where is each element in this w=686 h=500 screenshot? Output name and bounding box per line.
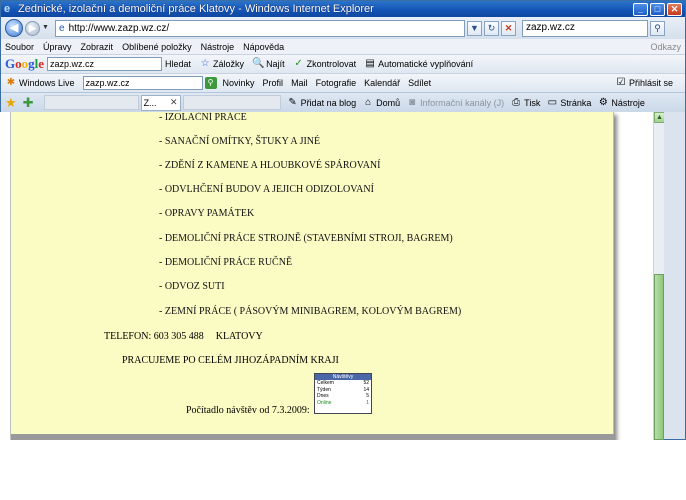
- scroll-up-arrow-icon[interactable]: ▲: [654, 112, 664, 123]
- tab-close-icon[interactable]: ✕: [170, 97, 178, 108]
- page-icon: e: [59, 22, 65, 34]
- find-icon: 🔍: [252, 58, 265, 69]
- menu-oblibene[interactable]: Oblíbené položky: [122, 42, 192, 52]
- page-viewport: - IZOLAČNÍ PRÁCE - SANAČNÍ OMÍTKY, ŠTUKY…: [10, 112, 664, 440]
- url-field[interactable]: e http://www.zazp.wz.cz/: [55, 19, 465, 37]
- live-sdilet[interactable]: Sdílet: [408, 78, 431, 88]
- live-fotografie[interactable]: Fotografie: [316, 78, 357, 88]
- find-button[interactable]: 🔍 Najít: [252, 58, 285, 70]
- menu-zobrazit[interactable]: Zobrazit: [81, 42, 114, 52]
- feeds-button[interactable]: ◙ Informační kanály (J): [406, 97, 504, 109]
- service-item: - ZEMNÍ PRÁCE ( PÁSOVÝM MINIBAGREM, KOLO…: [159, 306, 462, 317]
- address-bar: ◀ ▶ ▼ e http://www.zazp.wz.cz/ ▼ ↻ ✕ zaz…: [1, 17, 685, 39]
- menu-upravy[interactable]: Úpravy: [43, 42, 72, 52]
- home-icon: ⌂: [365, 96, 372, 108]
- window-title: Zednické, izolační a demoliční práce Kla…: [18, 3, 374, 15]
- spellcheck-button[interactable]: ✓ Zkontrolovat: [293, 58, 356, 70]
- print-icon: ⎙: [512, 96, 521, 108]
- frame-margin: [0, 112, 10, 440]
- region-text: PRACUJEME PO CELÉM JIHOZÁPADNÍM KRAJI: [122, 355, 339, 366]
- google-logo: Google: [5, 56, 45, 71]
- maximize-button[interactable]: □: [650, 2, 665, 16]
- tab-new[interactable]: [182, 95, 281, 110]
- counter-row: Online 1: [317, 399, 369, 406]
- service-item: - SANAČNÍ OMÍTKY, ŠTUKY A JINÉ: [159, 136, 321, 147]
- menu-soubor[interactable]: Soubor: [5, 42, 34, 52]
- check-icon: ✓: [294, 58, 303, 69]
- live-search-button[interactable]: ⚲: [204, 77, 217, 89]
- live-icon: ✱: [6, 77, 16, 88]
- visit-counter-label: Počítadlo návštěv od 7.3.2009:: [186, 405, 310, 416]
- scroll-thumb[interactable]: [654, 274, 664, 440]
- live-mail[interactable]: Mail: [291, 78, 308, 88]
- city-name: KLATOVY: [215, 331, 263, 342]
- star-icon: ☆: [200, 58, 210, 69]
- google-search-button[interactable]: Hledat: [165, 59, 191, 69]
- menu-napoveda[interactable]: Nápověda: [243, 42, 284, 52]
- autofill-button[interactable]: ▤ Automatické vyplňování: [364, 58, 473, 70]
- blog-button[interactable]: ✎ Přidat na blog: [287, 96, 356, 109]
- home-button[interactable]: ⌂ Domů: [362, 97, 400, 109]
- links-label[interactable]: Odkazy: [650, 42, 681, 52]
- url-text: http://www.zazp.wz.cz/: [68, 22, 170, 34]
- phone-number: TELEFON: 603 305 488: [104, 331, 204, 342]
- phone-line: TELEFON: 603 305 488 KLATOVY: [104, 331, 263, 342]
- minimize-button[interactable]: _: [633, 2, 648, 16]
- live-profil[interactable]: Profil: [263, 78, 284, 88]
- print-button[interactable]: ⎙ Tisk: [510, 97, 540, 109]
- favorites-star-icon[interactable]: ★: [5, 95, 17, 111]
- search-input[interactable]: zazp.wz.cz: [522, 19, 648, 37]
- page-bottom-bar: [11, 434, 614, 440]
- page-content: - IZOLAČNÍ PRÁCE - SANAČNÍ OMÍTKY, ŠTUKY…: [11, 112, 614, 440]
- menu-bar: Soubor Úpravy Zobrazit Oblíbené položky …: [1, 39, 685, 54]
- service-item: - OPRAVY PAMÁTEK: [159, 208, 255, 219]
- search-icon[interactable]: ⚲: [650, 20, 665, 36]
- visit-counter-widget[interactable]: Návštěvy Celkem 52 Týden 14 Dnes 5 Online 1: [314, 373, 372, 414]
- google-search-input[interactable]: zazp.wz.cz: [47, 57, 163, 71]
- google-toolbar: Google zazp.wz.cz Hledat ☆ Záložky 🔍 Najít…: [1, 54, 685, 73]
- live-search-input[interactable]: zazp.wz.cz: [82, 76, 203, 90]
- page-menu-icon: ▭: [547, 96, 558, 108]
- history-dropdown-icon[interactable]: ▼: [42, 22, 51, 34]
- service-item: - ZDĚNÍ Z KAMENE A HLOUBKOVÉ SPÁROVANÍ: [159, 160, 381, 171]
- windows-live-brand[interactable]: ✱ Windows Live: [5, 77, 75, 89]
- autofill-icon: ▤: [365, 58, 375, 69]
- service-item: - IZOLAČNÍ PRÁCE: [159, 112, 247, 123]
- forward-button[interactable]: ▶: [25, 20, 40, 36]
- service-item: - DEMOLIČNÍ PRÁCE RUČNĚ: [159, 257, 293, 268]
- url-dropdown-button[interactable]: ▼: [467, 20, 482, 36]
- tab-active[interactable]: Z... ✕: [140, 94, 181, 111]
- checkbox-icon: ☑: [616, 77, 626, 88]
- ie-icon: e: [4, 2, 11, 15]
- bookmarks-button[interactable]: ☆ Záložky: [199, 58, 245, 70]
- live-signin[interactable]: ☑ Přihlásit se: [615, 77, 674, 89]
- tab-blank[interactable]: [43, 95, 139, 110]
- close-button[interactable]: ✕: [667, 2, 682, 16]
- refresh-button[interactable]: ↻: [484, 20, 499, 36]
- blog-icon: ✎: [288, 96, 297, 108]
- service-item: - DEMOLIČNÍ PRÁCE STROJNĚ (STAVEBNÍMI ST…: [159, 233, 453, 244]
- page-menu-button[interactable]: ▭ Stránka: [546, 96, 592, 109]
- tab-bar: ★ ✚ Z... ✕ ✎ Přidat na blog ⌂ Domů ◙ Inform…: [1, 92, 685, 112]
- tools-menu-button[interactable]: ⚙ Nástroje: [597, 97, 645, 109]
- stop-button[interactable]: ✕: [501, 20, 516, 36]
- add-favorite-icon[interactable]: ✚: [23, 95, 34, 111]
- service-item: - ODVLHČENÍ BUDOV A JEJICH ODIZOLOVANÍ: [159, 184, 374, 195]
- live-kalendar[interactable]: Kalendář: [364, 78, 400, 88]
- vertical-scrollbar[interactable]: ▲: [653, 112, 664, 440]
- gear-icon: ⚙: [598, 96, 608, 108]
- service-item: - ODVOZ SUTI: [159, 281, 225, 292]
- live-novinky[interactable]: Novinky: [223, 78, 255, 88]
- title-bar: e Zednické, izolační a demoliční práce K…: [1, 1, 685, 17]
- rss-icon: ◙: [409, 96, 416, 108]
- menu-nastroje[interactable]: Nástroje: [201, 42, 235, 52]
- live-toolbar: ✱ Windows Live zazp.wz.cz ⚲ Novinky Profi…: [1, 73, 685, 92]
- back-button[interactable]: ◀: [5, 19, 23, 37]
